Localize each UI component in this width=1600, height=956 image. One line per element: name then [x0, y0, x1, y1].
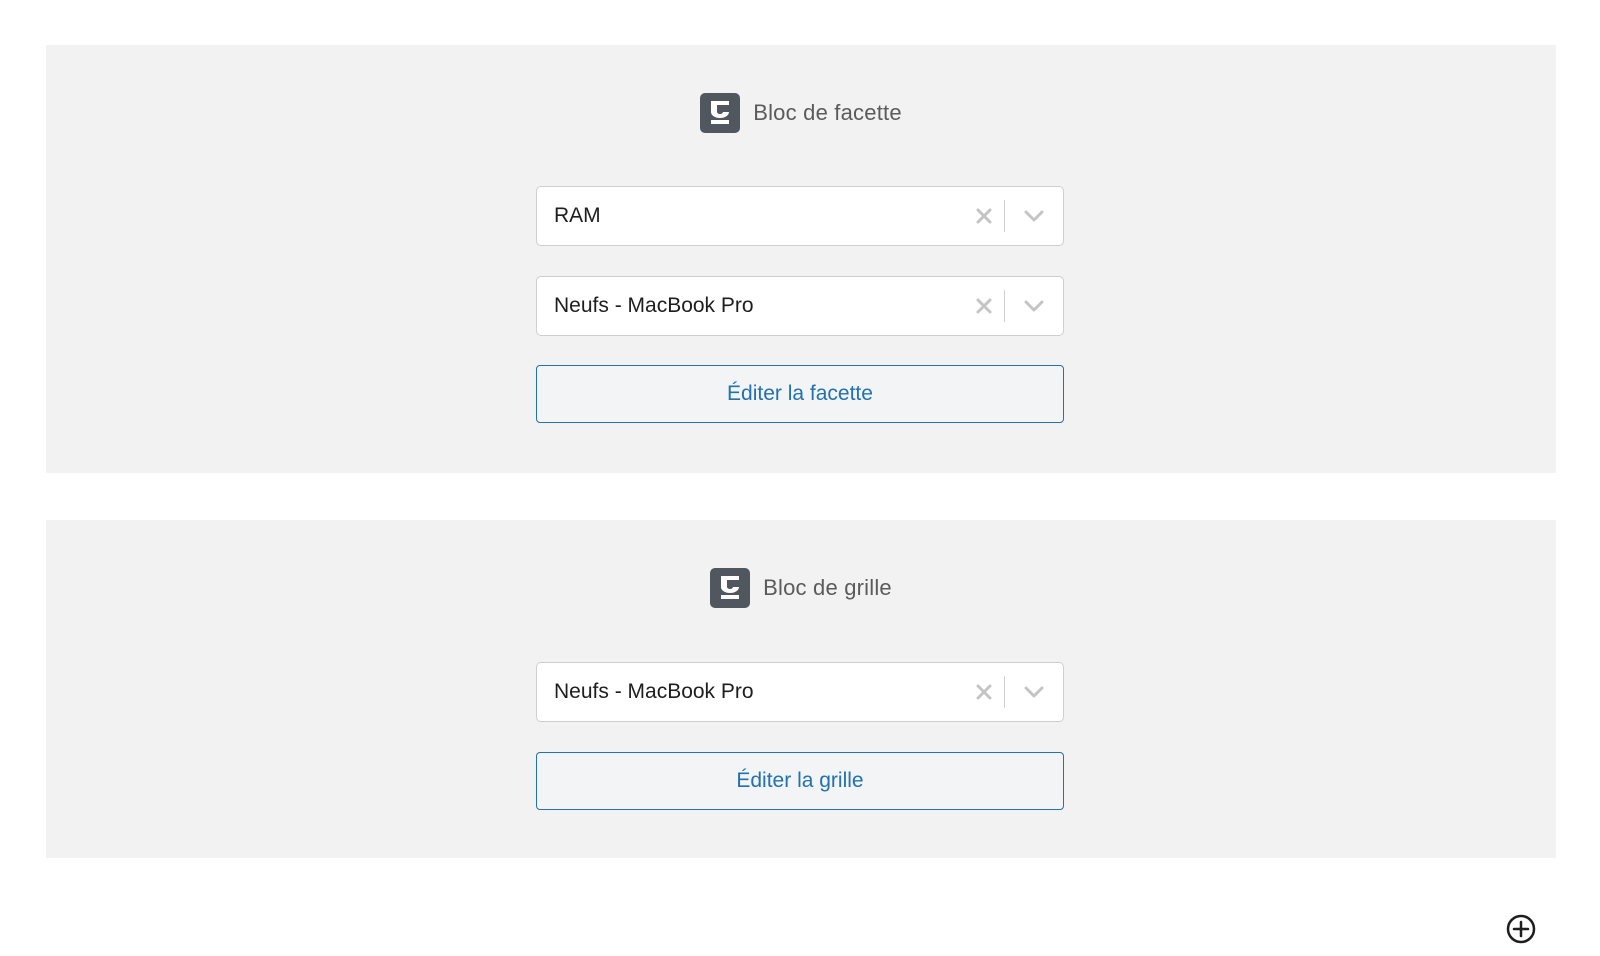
- chevron-down-icon[interactable]: [1005, 277, 1063, 335]
- facet-select-value: RAM: [554, 204, 601, 227]
- facet-block-title: Bloc de facette: [753, 100, 902, 125]
- facet-grid-select[interactable]: Neufs - MacBook Pro: [536, 276, 1064, 336]
- plus-circle-icon: [1506, 914, 1536, 944]
- facet-select[interactable]: RAM: [536, 186, 1064, 246]
- close-icon[interactable]: [964, 277, 1004, 335]
- chevron-down-icon[interactable]: [1005, 187, 1063, 245]
- wp-grid-builder-logo-icon: [700, 93, 741, 133]
- close-icon[interactable]: [964, 663, 1004, 721]
- grid-select-value: Neufs - MacBook Pro: [554, 680, 754, 703]
- facet-grid-select-value: Neufs - MacBook Pro: [554, 294, 754, 317]
- close-icon[interactable]: [964, 187, 1004, 245]
- edit-facet-button[interactable]: Éditer la facette: [536, 365, 1064, 423]
- editor-canvas: Bloc de facette RAM Neufs - MacBook Pro: [0, 0, 1600, 956]
- grid-block[interactable]: Bloc de grille Neufs - MacBook Pro Édite…: [46, 520, 1556, 858]
- facet-block[interactable]: Bloc de facette RAM Neufs - MacBook Pro: [46, 45, 1556, 473]
- wp-grid-builder-logo-icon: [710, 568, 751, 608]
- chevron-down-icon[interactable]: [1005, 663, 1063, 721]
- edit-grid-button[interactable]: Éditer la grille: [536, 752, 1064, 810]
- grid-select[interactable]: Neufs - MacBook Pro: [536, 662, 1064, 722]
- grid-block-title: Bloc de grille: [763, 575, 892, 600]
- facet-block-header: Bloc de facette: [46, 93, 1556, 133]
- add-block-button[interactable]: [1505, 913, 1537, 945]
- grid-block-header: Bloc de grille: [46, 568, 1556, 608]
